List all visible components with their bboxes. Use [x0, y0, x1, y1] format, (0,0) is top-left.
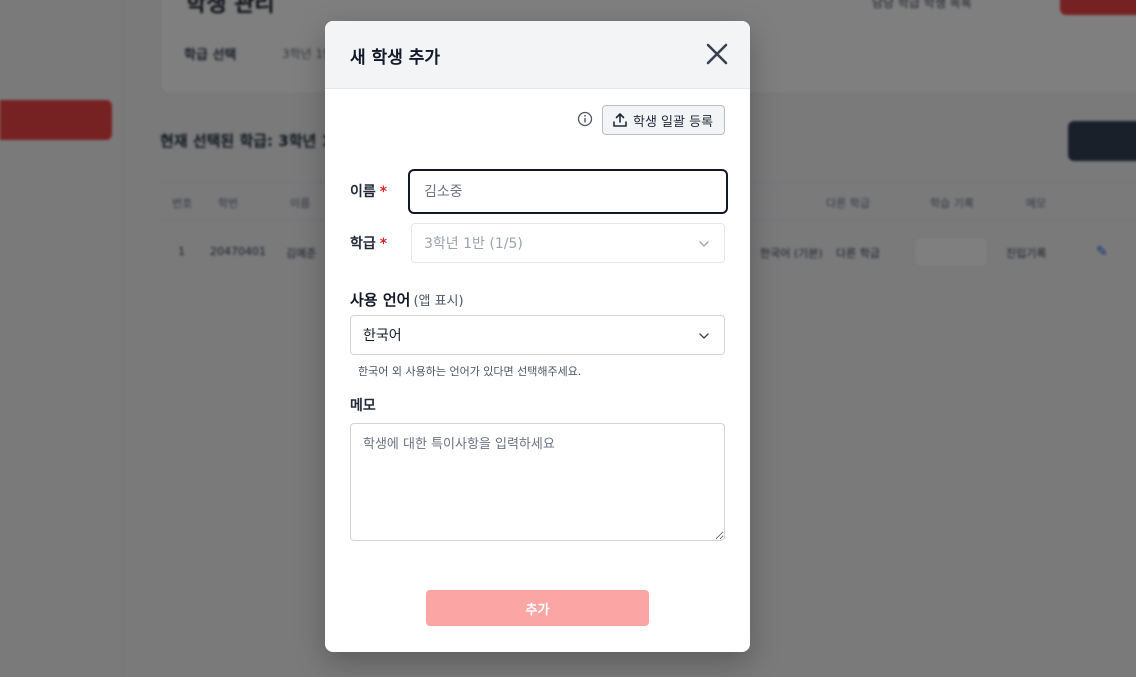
- class-select-value: 3학년 1반 (1/5): [424, 236, 523, 252]
- info-icon[interactable]: [577, 111, 593, 127]
- language-select[interactable]: 한국어: [350, 315, 725, 355]
- language-help-text: 한국어 외 사용하는 언어가 있다면 선택해주세요.: [358, 365, 582, 378]
- bulk-register-label: 학생 일괄 등록: [633, 114, 714, 130]
- language-select-value: 한국어: [363, 328, 402, 344]
- memo-textarea[interactable]: [350, 423, 725, 541]
- language-label-sub: (앱 표시): [413, 294, 464, 309]
- chevron-down-icon: [699, 333, 709, 339]
- modal-header: 새 학생 추가: [325, 21, 750, 89]
- chevron-down-icon: [699, 241, 709, 247]
- bulk-register-button[interactable]: 학생 일괄 등록: [602, 105, 725, 135]
- name-input[interactable]: [408, 169, 728, 214]
- close-icon[interactable]: [704, 41, 730, 67]
- add-student-modal: 새 학생 추가 학생 일괄 등록 이름* 학급* 3학년 1반 (1/5) 사용…: [325, 21, 750, 652]
- upload-icon: [613, 113, 627, 127]
- add-button[interactable]: 추가: [426, 590, 649, 626]
- class-select[interactable]: 3학년 1반 (1/5): [411, 223, 725, 263]
- modal-title: 새 학생 추가: [350, 48, 441, 68]
- language-label: 사용 언어 (앱 표시): [350, 291, 464, 309]
- required-mark: *: [379, 236, 388, 252]
- name-label: 이름 *: [350, 184, 388, 200]
- class-label: 학급 *: [350, 236, 388, 252]
- memo-label: 메모: [350, 398, 376, 414]
- required-mark: *: [379, 184, 388, 200]
